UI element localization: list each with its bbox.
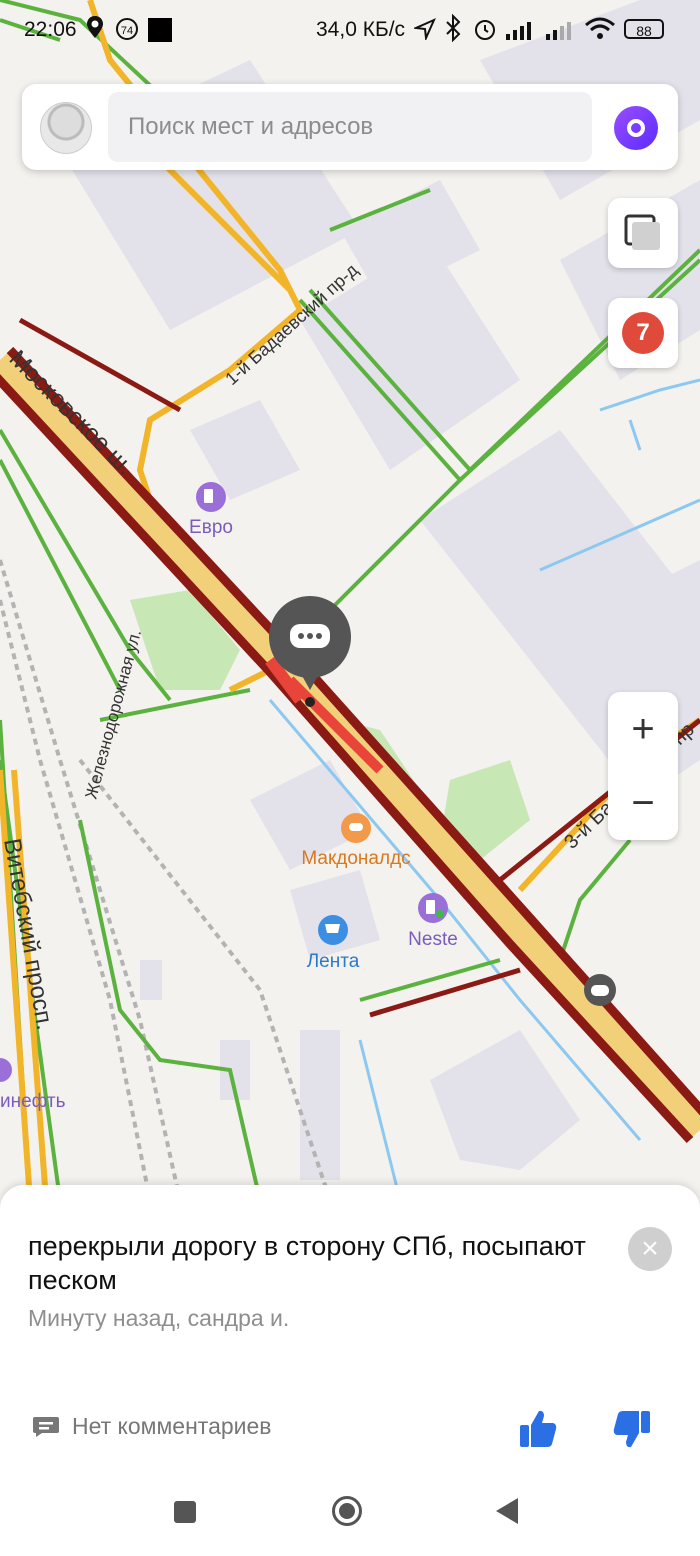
comments-label: Нет комментариев bbox=[72, 1413, 272, 1439]
zoom-in-button[interactable]: + bbox=[608, 692, 678, 766]
traffic-level-badge: 7 bbox=[622, 312, 664, 354]
avatar[interactable] bbox=[40, 102, 92, 154]
layers-icon bbox=[624, 214, 660, 250]
alice-voice-assistant-icon[interactable] bbox=[614, 106, 658, 150]
back-button[interactable] bbox=[496, 1498, 518, 1524]
poi-evro-label: Евро bbox=[189, 517, 233, 538]
comment-icon bbox=[33, 1416, 59, 1437]
poi-lenta-label: Лента bbox=[307, 951, 360, 972]
network-speed: 34,0 КБ/с bbox=[316, 18, 406, 41]
system-navigation-bar bbox=[0, 1470, 700, 1556]
bluetooth-icon bbox=[446, 14, 461, 42]
wifi-icon bbox=[585, 17, 615, 39]
event-meta: Минуту назад, сандра и. bbox=[28, 1305, 290, 1331]
event-message: перекрыли дорогу в сторону СПб, посыпают… bbox=[28, 1231, 586, 1295]
signal-1-icon bbox=[506, 22, 531, 40]
notification-badge-icon: 74 bbox=[116, 18, 138, 40]
comments-link[interactable]: Нет комментариев bbox=[32, 1413, 272, 1440]
status-time: 22:06 bbox=[24, 18, 77, 41]
zoom-controls: + − bbox=[608, 692, 678, 840]
thumbs-up-icon[interactable] bbox=[516, 1407, 560, 1451]
navigation-arrow-icon bbox=[414, 18, 436, 40]
map-canvas[interactable]: Московское ш. 1-й Бадаевский пр-д Железн… bbox=[0, 0, 700, 1200]
signal-2-icon bbox=[546, 22, 571, 40]
zoom-out-button[interactable]: − bbox=[608, 766, 678, 840]
road-event-marker-small[interactable] bbox=[584, 974, 616, 1006]
location-pin-icon bbox=[87, 16, 103, 38]
close-button[interactable]: × bbox=[628, 1227, 672, 1271]
poi-mcdonalds-label: Макдоналдс bbox=[301, 848, 410, 869]
layers-button[interactable] bbox=[608, 198, 678, 268]
search-bar bbox=[22, 84, 678, 170]
poi-neste-label: Neste bbox=[408, 929, 458, 950]
alarm-icon bbox=[475, 20, 495, 40]
thumbs-down-icon[interactable] bbox=[610, 1407, 654, 1451]
traffic-button[interactable]: 7 bbox=[608, 298, 678, 368]
status-bar: 22:06 74 34,0 КБ/с 88 bbox=[0, 0, 700, 60]
battery-icon: 88 bbox=[624, 19, 664, 39]
home-button[interactable] bbox=[332, 1496, 362, 1526]
search-input[interactable] bbox=[108, 92, 592, 162]
notification-square-icon bbox=[148, 18, 172, 42]
recent-apps-button[interactable] bbox=[174, 1501, 196, 1523]
poi-neft-label: инефть bbox=[0, 1091, 66, 1112]
